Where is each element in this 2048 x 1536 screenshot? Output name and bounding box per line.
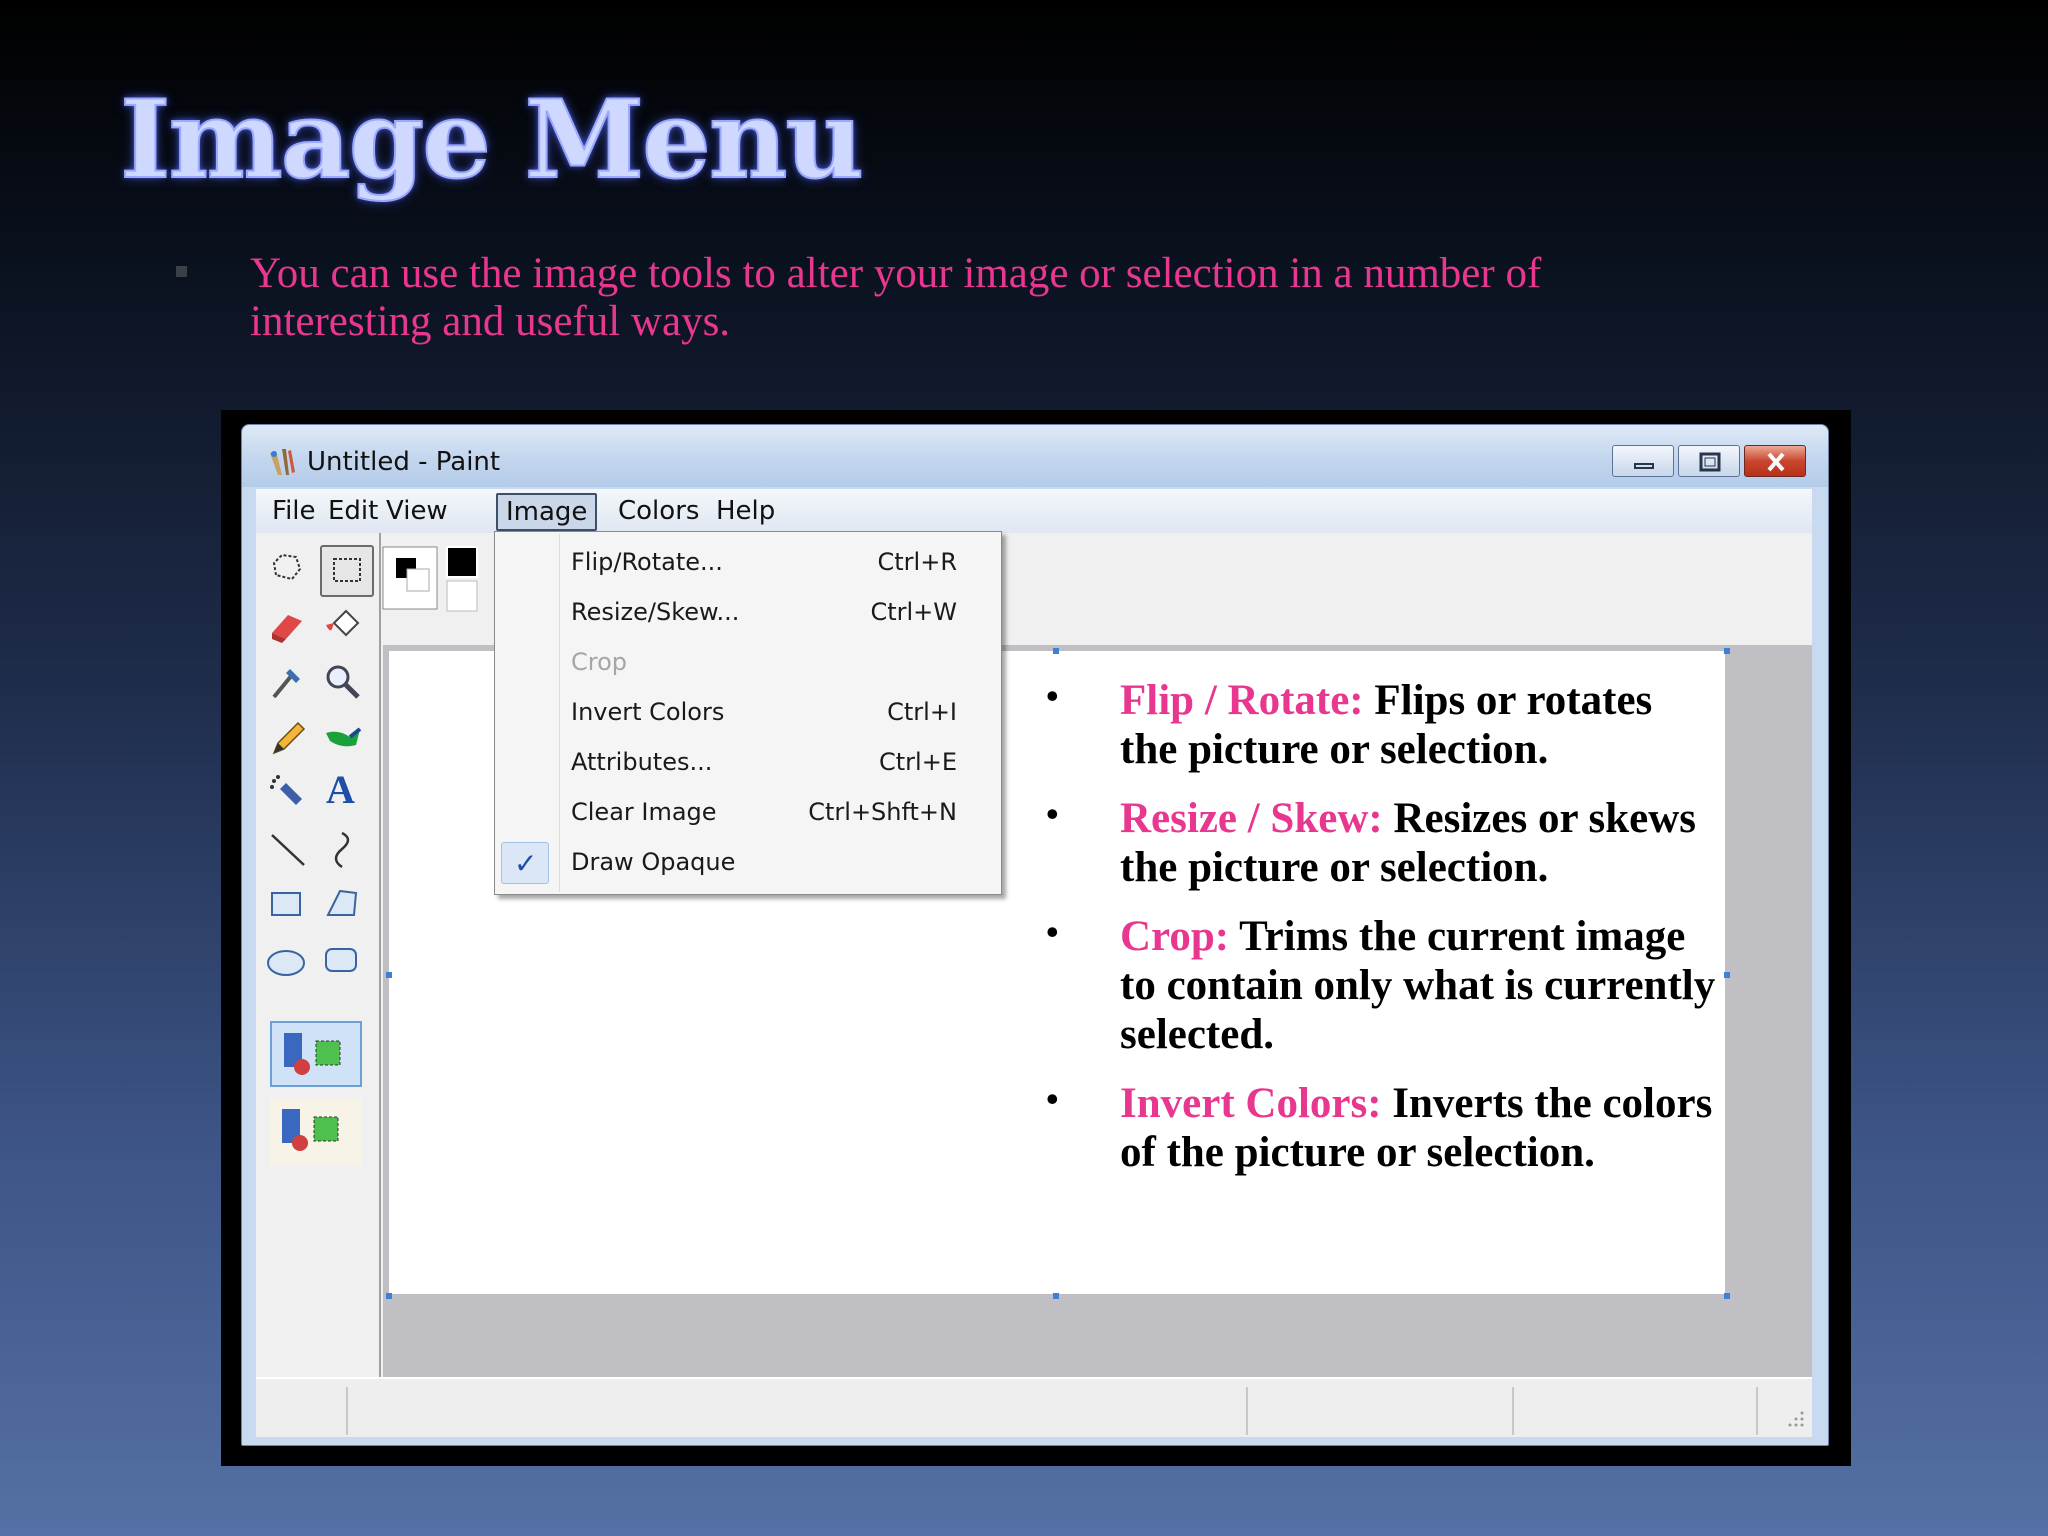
bullet-marker (176, 266, 187, 277)
close-icon (1745, 446, 1805, 476)
menu-item-shortcut: Ctrl+R (877, 548, 958, 576)
resize-handle[interactable] (1053, 1293, 1059, 1299)
transparent-selection-option-icon[interactable] (270, 1021, 362, 1087)
menu-item-shortcut: Ctrl+I (887, 698, 957, 726)
description-term: Crop: (1120, 913, 1230, 960)
checkmark-box: ✓ (501, 842, 549, 884)
maximize-button[interactable] (1678, 445, 1740, 477)
menu-item-shortcut: Ctrl+Shft+N (808, 798, 957, 826)
menu-item-flip-rotate[interactable]: Flip/Rotate... Ctrl+R (495, 538, 1001, 588)
svg-text:A: A (326, 767, 355, 809)
bullet-dot: • (1046, 1079, 1059, 1119)
menu-item-attributes[interactable]: Attributes... Ctrl+E (495, 738, 1001, 788)
menu-item-label: Draw Opaque (571, 848, 736, 876)
rounded-rectangle-icon[interactable] (320, 939, 364, 983)
minimize-icon (1613, 446, 1673, 476)
bullet-dot: • (1046, 912, 1059, 952)
resize-handle[interactable] (1724, 1293, 1730, 1299)
menu-item-shortcut: Ctrl+E (879, 748, 957, 776)
description-item: • Invert Colors: Inverts the colors of t… (1040, 1079, 1720, 1177)
menu-item-label: Clear Image (571, 798, 717, 826)
eraser-icon[interactable] (266, 603, 310, 647)
resize-handle[interactable] (386, 1293, 392, 1299)
opaque-selection-option-icon[interactable] (270, 1099, 362, 1165)
minimize-button[interactable] (1612, 445, 1674, 477)
size-grip-icon[interactable] (1786, 1409, 1806, 1429)
color-picker-icon[interactable] (266, 659, 310, 703)
resize-handle[interactable] (1053, 648, 1059, 654)
description-item: • Crop: Trims the current image to conta… (1040, 912, 1720, 1059)
description-item: • Flip / Rotate: Flips or rotates the pi… (1040, 676, 1720, 774)
menu-view[interactable]: View (378, 495, 456, 527)
bullet-dot: • (1046, 676, 1059, 716)
description-term: Flip / Rotate: (1120, 677, 1364, 724)
close-button[interactable] (1744, 445, 1806, 477)
polygon-icon[interactable] (320, 883, 364, 927)
description-term: Invert Colors: (1120, 1080, 1382, 1127)
fill-bucket-icon[interactable] (320, 603, 364, 647)
rect-select-icon[interactable] (320, 545, 374, 597)
status-divider (1756, 1387, 1758, 1435)
rectangle-icon[interactable] (266, 883, 310, 927)
menu-item-invert-colors[interactable]: Invert Colors Ctrl+I (495, 688, 1001, 738)
text-tool-icon[interactable]: A (320, 765, 364, 812)
menu-colors[interactable]: Colors (610, 495, 707, 527)
color-palette (381, 543, 501, 613)
menu-image[interactable]: Image (496, 493, 598, 531)
menu-edit[interactable]: Edit (320, 495, 386, 527)
menu-item-draw-opaque[interactable]: ✓ Draw Opaque (495, 838, 1001, 888)
description-item: • Resize / Skew: Resizes or skews the pi… (1040, 794, 1720, 892)
status-divider (1246, 1387, 1248, 1435)
resize-handle[interactable] (1724, 648, 1730, 654)
curve-icon[interactable] (320, 827, 364, 871)
checkmark-icon: ✓ (514, 847, 538, 880)
menu-item-resize-skew[interactable]: Resize/Skew... Ctrl+W (495, 588, 1001, 638)
free-form-select-icon[interactable] (266, 545, 310, 589)
ellipse-icon[interactable] (266, 939, 310, 983)
menu-file[interactable]: File (264, 495, 324, 527)
status-divider (1512, 1387, 1514, 1435)
intro-text: You can use the image tools to alter you… (250, 250, 1542, 345)
menu-item-label: Attributes... (571, 748, 713, 776)
menu-item-label: Crop (571, 648, 628, 676)
resize-handle[interactable] (386, 972, 392, 978)
menu-item-label: Resize/Skew... (571, 598, 740, 626)
status-divider (346, 1387, 348, 1435)
menu-item-clear-image[interactable]: Clear Image Ctrl+Shft+N (495, 788, 1001, 838)
magnifier-icon[interactable] (320, 659, 364, 703)
menu-item-shortcut: Ctrl+W (870, 598, 957, 626)
bullet-dot: • (1046, 794, 1059, 834)
status-bar (256, 1377, 1812, 1437)
description-term: Resize / Skew: (1120, 795, 1383, 842)
maximize-icon (1679, 446, 1739, 476)
menu-bar: File Edit View Image Colors Help (256, 489, 1812, 533)
description-panel: • Flip / Rotate: Flips or rotates the pi… (1040, 676, 1720, 1197)
window-title: Untitled - Paint (307, 447, 501, 477)
title-bar[interactable]: Untitled - Paint (242, 425, 1828, 487)
line-icon[interactable] (266, 827, 310, 871)
toolbox: A (256, 533, 381, 1377)
menu-item-label: Invert Colors (571, 698, 725, 726)
menu-item-label: Flip/Rotate... (571, 548, 723, 576)
menu-help[interactable]: Help (708, 495, 783, 527)
menu-item-crop[interactable]: Crop (495, 638, 1001, 688)
resize-handle[interactable] (1724, 972, 1730, 978)
pencil-icon[interactable] (266, 715, 310, 759)
slide-title: Image Menu (119, 77, 865, 203)
brush-icon[interactable] (320, 715, 364, 759)
airbrush-icon[interactable] (266, 771, 310, 815)
paint-app-icon (270, 449, 295, 475)
image-dropdown-menu: Flip/Rotate... Ctrl+R Resize/Skew... Ctr… (494, 531, 1002, 895)
